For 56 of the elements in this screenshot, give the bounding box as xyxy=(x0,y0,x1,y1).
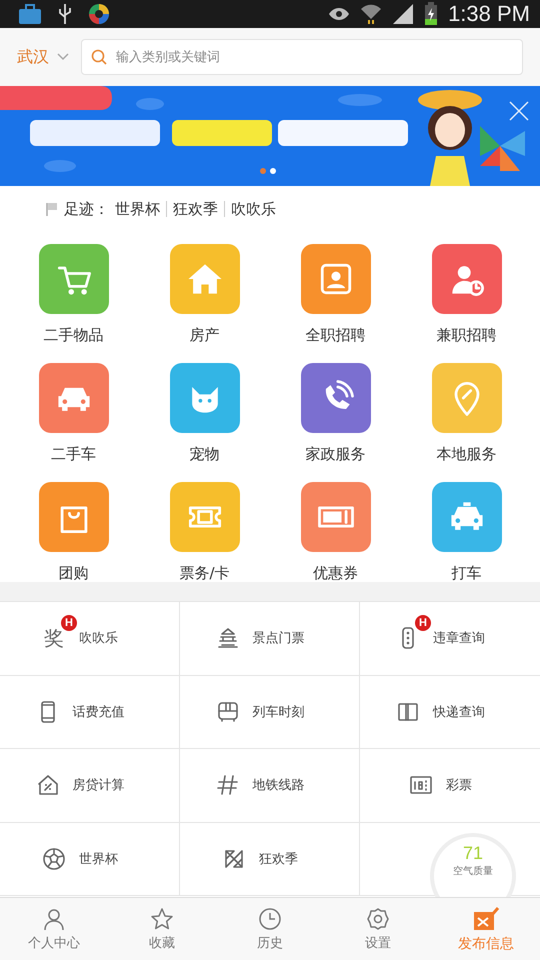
nav-tab[interactable]: 设置 xyxy=(324,898,432,960)
air-quality-gauge[interactable]: 71 空气质量 xyxy=(430,832,516,897)
flag-icon xyxy=(46,202,58,216)
service-item[interactable]: 奖 H 吹吹乐 xyxy=(0,602,180,676)
nav-tab[interactable]: 历史 xyxy=(216,898,324,960)
temple-icon xyxy=(216,626,240,650)
category-item[interactable]: 家政服务 xyxy=(270,363,401,482)
status-time: 1:38 PM xyxy=(448,1,530,27)
service-item[interactable]: 地铁线路 xyxy=(180,749,360,822)
category-item[interactable]: 兼职招聘 xyxy=(401,244,532,363)
eye-icon xyxy=(328,7,350,21)
category-item[interactable]: 二手车 xyxy=(8,363,139,482)
air-quality-value: 71 xyxy=(462,842,484,864)
pen-note-icon xyxy=(472,906,500,932)
service-item[interactable]: 景点门票 xyxy=(180,602,360,676)
search-field[interactable]: 输入类别或关键词 xyxy=(81,39,523,75)
hot-badge: H xyxy=(61,615,77,632)
hot-badge: H xyxy=(415,615,431,632)
service-item[interactable]: 话费充值 xyxy=(0,676,180,749)
service-item[interactable]: 狂欢季 xyxy=(180,822,360,896)
close-icon[interactable] xyxy=(508,100,530,122)
star-icon xyxy=(150,906,174,930)
footprint-link[interactable]: 狂欢季 xyxy=(173,200,218,218)
category-item[interactable]: 优惠券 xyxy=(270,482,401,601)
chevron-down-icon xyxy=(57,53,69,61)
person-icon xyxy=(42,906,66,930)
clock-icon xyxy=(258,906,282,930)
category-item[interactable]: 二手物品 xyxy=(8,244,139,363)
service-item[interactable]: 房贷计算 xyxy=(0,749,180,822)
usb-icon xyxy=(58,3,72,25)
house-percent-icon xyxy=(36,773,60,798)
nav-tab[interactable]: 收藏 xyxy=(108,898,216,960)
category-item[interactable]: 全职招聘 xyxy=(270,244,401,363)
wifi-icon xyxy=(360,3,382,25)
battery-icon xyxy=(424,2,438,26)
signal-icon xyxy=(392,3,414,25)
football-icon xyxy=(42,846,66,871)
settings-icon xyxy=(366,906,390,930)
category-item[interactable]: 房产 xyxy=(139,244,270,363)
category-item[interactable]: 团购 xyxy=(8,482,139,601)
air-quality-label: 空气质量 xyxy=(453,864,493,878)
prize-glyph-icon: 奖 xyxy=(44,624,64,652)
footprint-link[interactable]: 世界杯 xyxy=(115,200,160,218)
hash-icon xyxy=(216,773,240,798)
category-item[interactable]: 宠物 xyxy=(139,363,270,482)
app-logo-icon xyxy=(88,3,110,25)
service-item[interactable]: 世界杯 xyxy=(0,822,180,896)
category-item[interactable]: 本地服务 xyxy=(401,363,532,482)
footprint-label: 足迹： xyxy=(64,200,109,218)
footprint-link[interactable]: 吹吹乐 xyxy=(231,200,276,218)
nav-tab[interactable]: 个人中心 xyxy=(0,898,108,960)
toolbox-icon xyxy=(18,3,42,25)
service-item[interactable]: 列车时刻 xyxy=(180,676,360,749)
category-item[interactable]: 票务/卡 xyxy=(139,482,270,601)
category-item[interactable]: 打车 xyxy=(401,482,532,601)
train-icon xyxy=(216,700,240,724)
